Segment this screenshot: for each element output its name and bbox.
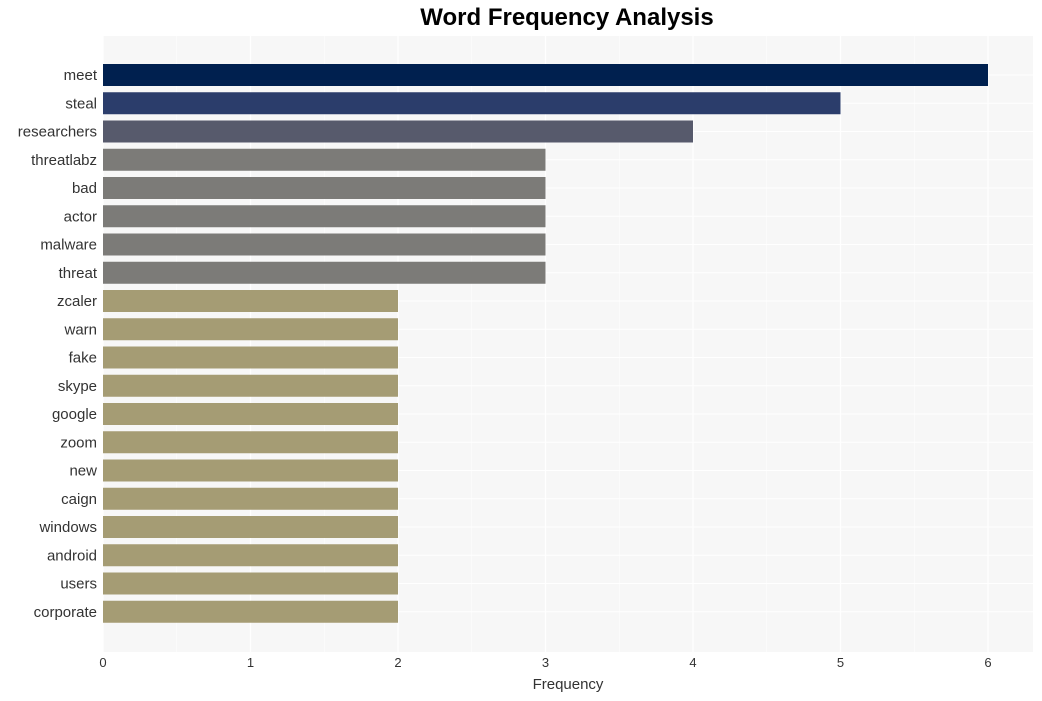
- x-tick-label: 6: [984, 655, 991, 670]
- bar-meet: [103, 64, 988, 86]
- bar-zoom: [103, 431, 398, 454]
- bar-android: [103, 544, 398, 567]
- y-tick-label: bad: [72, 180, 97, 197]
- y-tick-label: fake: [69, 350, 97, 367]
- bar-users: [103, 572, 398, 595]
- x-tick-label: 3: [542, 655, 549, 670]
- y-tick-label: zoom: [60, 434, 97, 451]
- bar-zcaler: [103, 290, 398, 312]
- x-tick-label: 0: [99, 655, 106, 670]
- y-tick-label: actor: [64, 208, 97, 225]
- bar-caign: [103, 487, 398, 510]
- bar-steal: [103, 92, 841, 115]
- bar-malware: [103, 233, 546, 256]
- y-tick-label: threatlabz: [31, 152, 97, 169]
- y-tick-label: users: [60, 576, 97, 593]
- y-tick-label: corporate: [34, 604, 97, 621]
- bar-bad: [103, 177, 546, 199]
- bar-threat: [103, 261, 546, 284]
- y-tick-label: zcaler: [57, 293, 97, 310]
- x-tick-label: 2: [394, 655, 401, 670]
- y-tick-label: google: [52, 406, 97, 423]
- y-tick-label: steal: [65, 95, 97, 112]
- y-tick-label: skype: [58, 378, 97, 395]
- bar-researchers: [103, 120, 693, 143]
- bar-warn: [103, 318, 398, 341]
- x-tick-label: 1: [247, 655, 254, 670]
- y-tick-label: researchers: [18, 124, 97, 141]
- x-axis-ticks: 0 1 2 3 4 5 6: [99, 655, 991, 670]
- bar-threatlabz: [103, 148, 546, 171]
- y-axis-labels: meet steal researchers threatlabz bad actor ma…: [18, 67, 98, 621]
- y-tick-label: warn: [63, 321, 97, 338]
- y-tick-label: new: [69, 463, 97, 480]
- y-tick-label: caign: [61, 491, 97, 508]
- y-tick-label: meet: [64, 67, 98, 84]
- bar-skype: [103, 374, 398, 397]
- bar-new: [103, 459, 398, 482]
- bar-google: [103, 403, 398, 425]
- bar-windows: [103, 516, 398, 538]
- bar-fake: [103, 346, 398, 369]
- bar-actor: [103, 205, 546, 228]
- y-tick-label: windows: [38, 519, 97, 536]
- x-tick-label: 5: [837, 655, 844, 670]
- bar-corporate: [103, 600, 398, 623]
- x-tick-label: 4: [689, 655, 696, 670]
- y-tick-label: threat: [59, 265, 98, 282]
- y-tick-label: android: [47, 547, 97, 564]
- y-tick-label: malware: [40, 237, 97, 254]
- bar-chart: meet steal researchers threatlabz bad actor ma…: [18, 36, 1033, 693]
- x-axis-label: Frequency: [533, 676, 604, 693]
